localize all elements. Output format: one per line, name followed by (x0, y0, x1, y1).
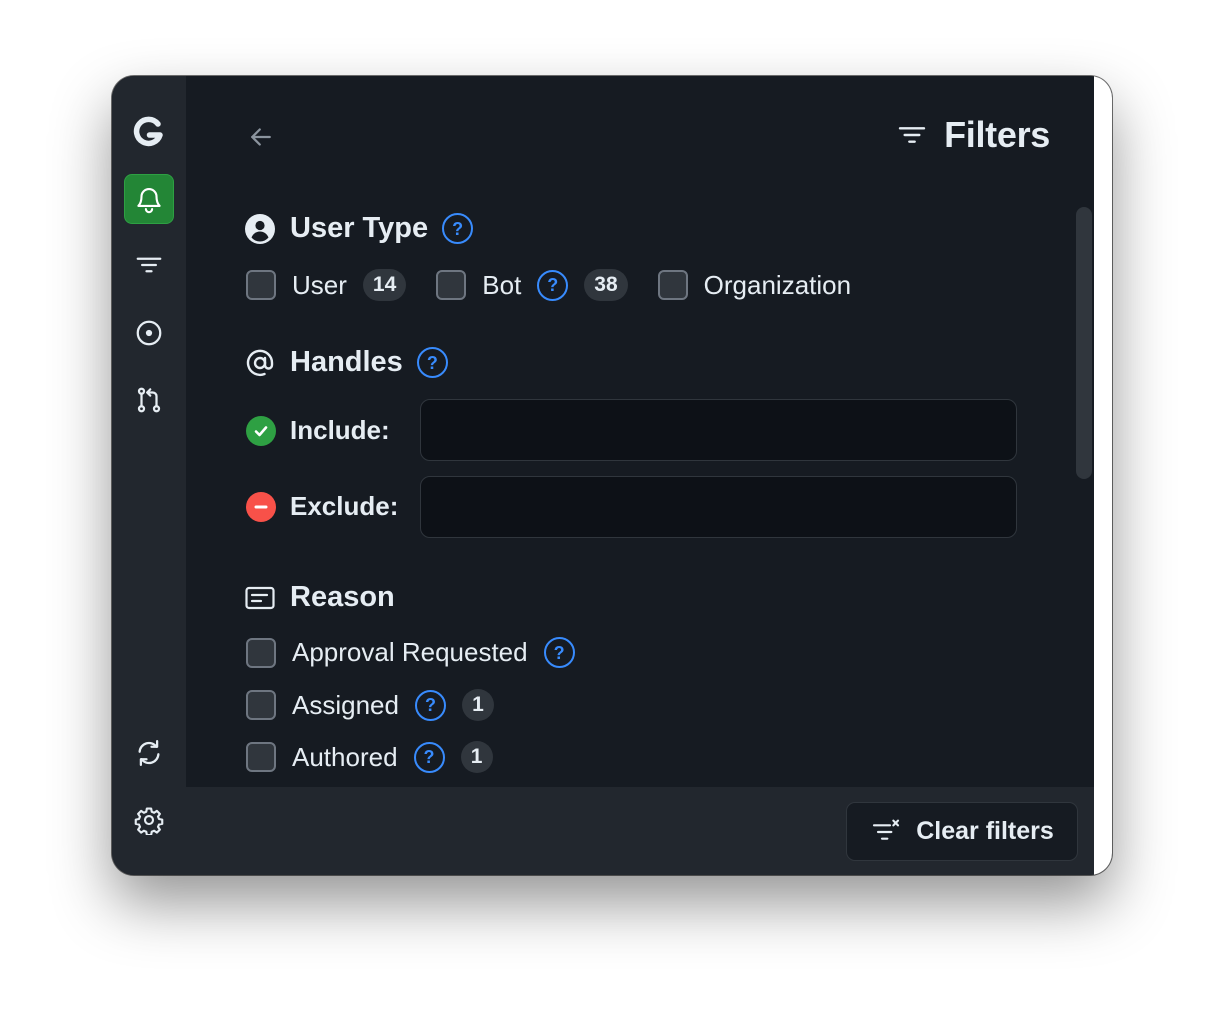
section-title: User Type (290, 212, 429, 244)
count-badge: 1 (460, 741, 493, 773)
note-icon (244, 582, 276, 614)
help-icon[interactable]: ? (537, 269, 569, 301)
option-label-organization: Organization (703, 269, 852, 300)
help-icon[interactable]: ? (413, 741, 445, 773)
filter-remove-icon (873, 819, 900, 840)
include-handles-input[interactable] (420, 399, 1017, 461)
window-edge (1094, 76, 1112, 875)
bell-icon (137, 188, 161, 214)
exclude-label: Exclude: (246, 491, 398, 522)
checkbox-bot[interactable] (436, 270, 467, 300)
help-icon[interactable]: ? (442, 213, 474, 244)
sync-icon (138, 740, 160, 766)
clear-filters-label: Clear filters (916, 817, 1054, 845)
checkbox-approval-requested[interactable] (246, 637, 276, 668)
reason-option-assigned: Assigned ? 1 (246, 689, 494, 721)
arrow-left-icon (251, 128, 271, 146)
reason-option-authored: Authored ? 1 (246, 741, 493, 773)
user-type-options: User 14 Bot ? 38 Organization (246, 269, 851, 301)
footer: Clear filters (186, 787, 1094, 875)
logo-icon (133, 116, 163, 147)
checkbox-authored[interactable] (246, 742, 276, 772)
minus-circle-icon (246, 491, 276, 522)
reason-option-approval-requested: Approval Requested ? (246, 637, 575, 668)
option-label: Authored (292, 741, 398, 772)
scrollbar-thumb[interactable] (1076, 207, 1092, 479)
check-circle-icon (246, 415, 276, 446)
back-button[interactable] (246, 122, 276, 152)
help-icon[interactable]: ? (543, 637, 575, 668)
gitify-logo[interactable] (124, 106, 174, 156)
checkbox-user[interactable] (246, 270, 276, 300)
app-window: Filters User Type ? User 14 Bot ? 38 Org… (112, 76, 1112, 875)
sidebar-item-issues[interactable] (124, 308, 174, 358)
person-icon (244, 213, 276, 245)
sidebar-item-refresh[interactable] (124, 728, 174, 778)
sidebar-item-pull-requests[interactable] (124, 375, 174, 425)
checkbox-organization[interactable] (657, 270, 688, 300)
option-label: Approval Requested (292, 637, 528, 667)
filters-panel: Filters User Type ? User 14 Bot ? 38 Org… (186, 76, 1094, 787)
sidebar-item-notifications[interactable] (124, 174, 174, 224)
help-icon[interactable]: ? (414, 689, 446, 721)
page-title-text: Filters (944, 114, 1050, 155)
section-title: Reason (290, 581, 395, 613)
count-badge-user: 14 (362, 269, 407, 301)
include-label-text: Include: (290, 415, 390, 445)
checkbox-assigned[interactable] (246, 690, 276, 720)
sidebar-item-settings[interactable] (124, 795, 174, 845)
help-icon[interactable]: ? (416, 347, 448, 378)
issue-opened-icon (136, 320, 162, 346)
exclude-label-text: Exclude: (290, 491, 399, 521)
sidebar (112, 76, 186, 875)
page-title: Filters (896, 114, 1050, 156)
section-reason: Reason (244, 581, 395, 614)
exclude-handles-input[interactable] (420, 476, 1017, 538)
count-badge-bot: 38 (584, 269, 628, 301)
at-sign-icon (244, 347, 276, 379)
option-label-bot: Bot (482, 269, 522, 300)
sidebar-item-filters[interactable] (124, 240, 174, 290)
section-handles: Handles ? (244, 346, 448, 379)
option-label-user: User (292, 269, 347, 300)
option-label: Assigned (292, 689, 399, 720)
count-badge: 1 (461, 689, 494, 721)
git-pull-request-icon (137, 387, 161, 413)
section-user-type: User Type ? (244, 212, 474, 245)
section-title: Handles (290, 346, 403, 378)
clear-filters-button[interactable]: Clear filters (846, 802, 1078, 861)
filter-icon (136, 257, 162, 273)
filter-icon (898, 127, 926, 143)
gear-icon (134, 807, 164, 835)
include-label: Include: (246, 415, 390, 446)
